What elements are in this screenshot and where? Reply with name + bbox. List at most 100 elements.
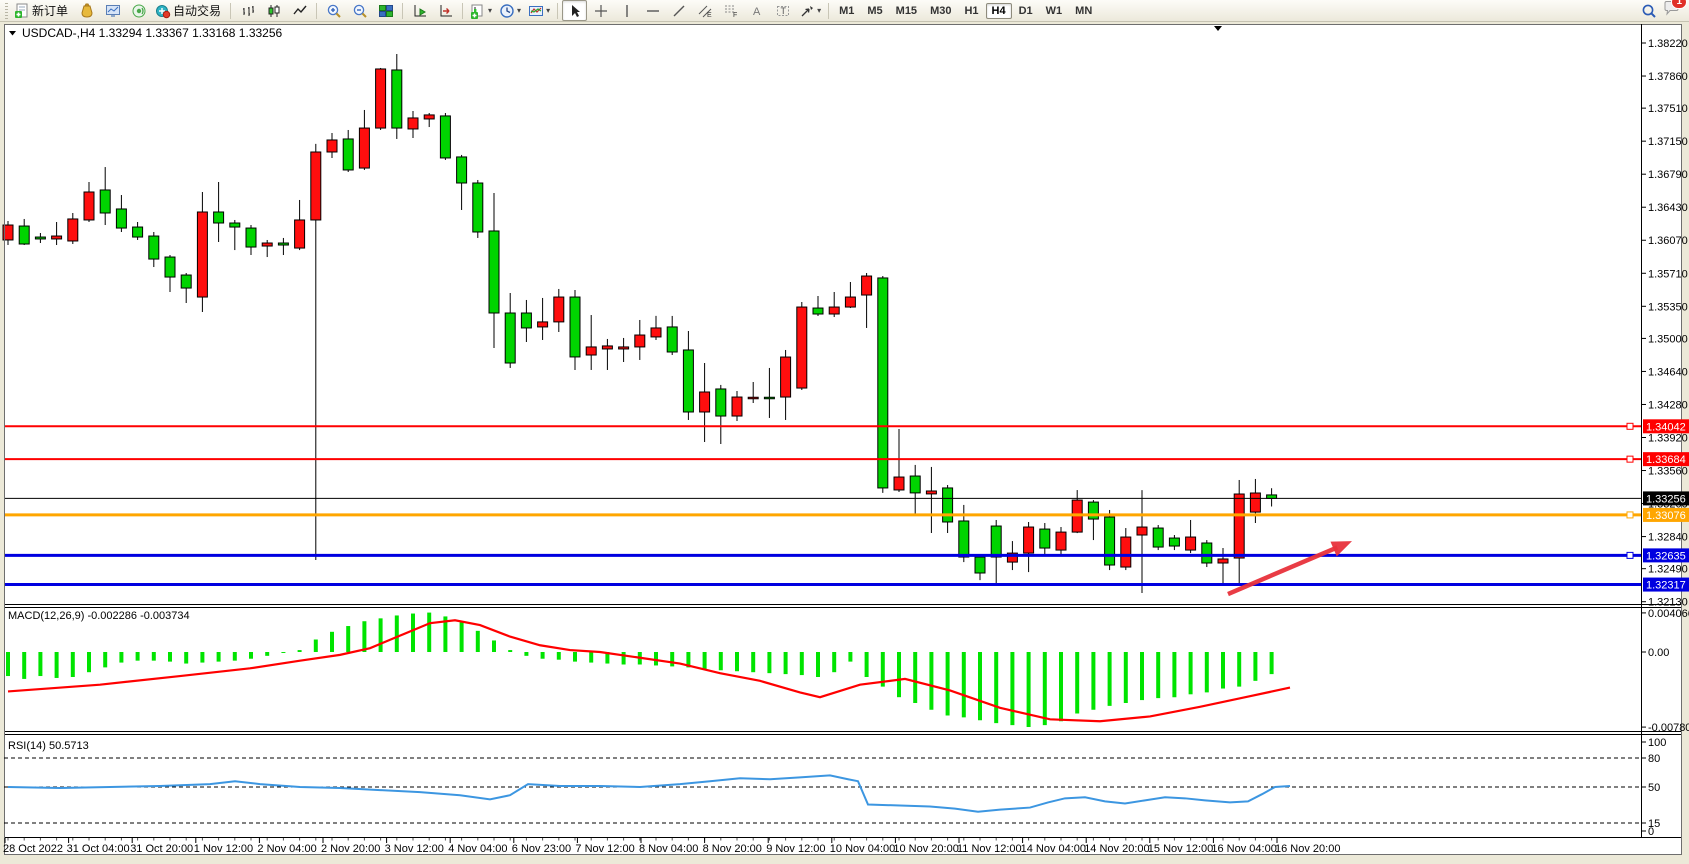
text-label-icon: T — [775, 3, 791, 19]
equidistant-channel-icon: E — [697, 3, 713, 19]
time-axis-label: 3 Nov 12:00 — [385, 843, 444, 855]
candle-body — [1267, 495, 1277, 498]
fibonacci-icon: F — [723, 3, 739, 19]
candle-body — [230, 223, 240, 227]
dropdown-caret: ▾ — [546, 7, 550, 15]
candlestick-chart-button[interactable] — [261, 0, 286, 21]
horizontal-line-icon — [645, 3, 661, 19]
candle-body — [748, 397, 758, 399]
price-axis-label: 1.33920 — [1648, 432, 1688, 444]
alerts-button[interactable] — [74, 0, 99, 21]
price-axis-label: 1.36430 — [1648, 202, 1688, 214]
vertical-line-icon — [619, 3, 635, 19]
chart-background[interactable] — [4, 24, 1682, 855]
candle-body — [311, 152, 321, 220]
clock-icon — [499, 3, 515, 19]
candle-body — [19, 226, 29, 244]
horizontal-line-button[interactable] — [640, 0, 665, 21]
search-icon[interactable] — [1641, 3, 1657, 19]
time-axis-label: 16 Nov 04:00 — [1211, 843, 1276, 855]
time-axis-label: 14 Nov 04:00 — [1021, 843, 1086, 855]
candle-body — [521, 313, 531, 328]
chat-button[interactable]: 1 — [1663, 0, 1680, 21]
line-drag-handle[interactable] — [1627, 552, 1633, 558]
bar-chart-button[interactable] — [235, 0, 260, 21]
candle-body — [797, 307, 807, 388]
trendline-button[interactable] — [666, 0, 691, 21]
tab-timeframe-m15[interactable]: M15 — [890, 3, 923, 19]
time-axis-label: 9 Nov 12:00 — [766, 843, 825, 855]
templates-button[interactable]: ▾ — [525, 0, 553, 21]
candle-body — [278, 243, 288, 245]
candle-body — [570, 297, 580, 357]
candle-body — [214, 212, 224, 223]
crosshair-button[interactable] — [588, 0, 613, 21]
svg-text:F: F — [733, 12, 737, 19]
line-chart-button[interactable] — [287, 0, 312, 21]
time-axis-label: 2 Nov 20:00 — [321, 843, 380, 855]
text-icon: A — [749, 3, 765, 19]
candle-body — [52, 236, 62, 239]
channel-button[interactable]: E — [692, 0, 717, 21]
candle-body — [586, 347, 596, 355]
market-watch-button[interactable] — [100, 0, 125, 21]
vertical-line-button[interactable] — [614, 0, 639, 21]
signals-button[interactable] — [126, 0, 151, 21]
new-order-button[interactable]: 新订单 — [11, 0, 73, 21]
dropdown-caret: ▾ — [488, 7, 492, 15]
toolbar-separator — [230, 3, 231, 19]
time-axis-label: 7 Nov 12:00 — [575, 843, 634, 855]
line-drag-handle[interactable] — [1627, 512, 1633, 518]
svg-text:T: T — [780, 6, 786, 16]
tab-timeframe-m5[interactable]: M5 — [861, 3, 888, 19]
candle-body — [440, 116, 450, 158]
arrows-button[interactable]: ▾ — [796, 0, 824, 21]
price-badge-label: 1.32317 — [1646, 580, 1686, 592]
zoom-in-button[interactable] — [321, 0, 346, 21]
tab-timeframe-m1[interactable]: M1 — [833, 3, 860, 19]
zoom-out-button[interactable] — [347, 0, 372, 21]
candle-body — [1153, 528, 1163, 547]
new-chart-button[interactable]: ▾ — [467, 0, 495, 21]
autotrade-button[interactable]: 自动交易 — [152, 0, 226, 21]
fibonacci-button[interactable]: F — [718, 0, 743, 21]
tab-timeframe-w1[interactable]: W1 — [1040, 3, 1069, 19]
candle-body — [116, 209, 126, 228]
candle-body — [683, 350, 693, 412]
trendline-icon — [671, 3, 687, 19]
candle-body — [181, 275, 191, 288]
zoom-out-icon — [352, 3, 368, 19]
new-order-label: 新订单 — [32, 2, 70, 19]
candle-body — [667, 327, 677, 352]
price-axis-label: 1.35710 — [1648, 268, 1688, 280]
candle-body — [424, 115, 434, 119]
periods-button[interactable]: ▾ — [496, 0, 524, 21]
tab-timeframe-d1[interactable]: D1 — [1013, 3, 1039, 19]
toolbar-separator — [828, 3, 829, 19]
tile-windows-button[interactable] — [373, 0, 398, 21]
time-axis-label: 28 Oct 2022 — [3, 843, 63, 855]
candle-body — [246, 228, 256, 247]
auto-scroll-button[interactable] — [407, 0, 432, 21]
tile-windows-icon — [378, 3, 394, 19]
new-order-icon — [14, 3, 30, 19]
price-axis-label: 1.35350 — [1648, 301, 1688, 313]
tab-timeframe-h1[interactable]: H1 — [958, 3, 984, 19]
tab-timeframe-m30[interactable]: M30 — [924, 3, 957, 19]
candle-body — [700, 392, 710, 412]
rsi-axis-label: 50 — [1648, 782, 1660, 794]
svg-text:E: E — [707, 12, 712, 19]
tab-timeframe-h4[interactable]: H4 — [986, 3, 1012, 19]
tab-timeframe-mn[interactable]: MN — [1069, 3, 1098, 19]
candle-body — [1121, 537, 1131, 567]
chart-window[interactable]: 1.382201.378601.375101.371501.367901.364… — [0, 0, 1689, 864]
price-axis-label: 1.36790 — [1648, 169, 1688, 181]
line-drag-handle[interactable] — [1627, 456, 1633, 462]
line-drag-handle[interactable] — [1627, 423, 1633, 429]
label-button[interactable]: T — [770, 0, 795, 21]
text-button[interactable]: A — [744, 0, 769, 21]
chart-shift-button[interactable] — [433, 0, 458, 21]
candle-body — [1250, 493, 1260, 512]
cursor-button[interactable] — [562, 0, 587, 21]
candle-body — [716, 389, 726, 416]
